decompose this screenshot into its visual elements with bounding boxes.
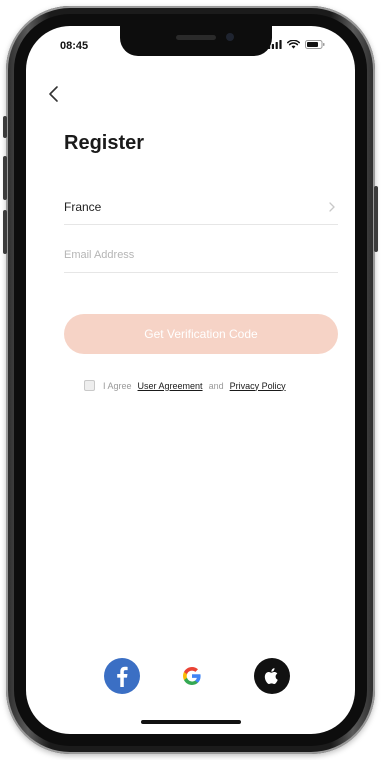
notch (120, 26, 272, 56)
speaker-grille (176, 35, 216, 40)
agreement-conjunction: and (208, 380, 224, 391)
battery-icon (305, 40, 325, 49)
front-camera (226, 33, 234, 41)
get-verification-code-button[interactable]: Get Verification Code (64, 314, 338, 354)
apple-icon (254, 658, 290, 694)
chevron-left-icon (49, 86, 58, 102)
power-button (374, 186, 378, 252)
home-indicator (141, 720, 241, 724)
status-time: 08:45 (60, 40, 89, 52)
app-screen: 08:45 Register France Email Address Get … (26, 26, 355, 734)
facebook-icon (104, 658, 140, 694)
google-login-button[interactable] (174, 658, 210, 694)
page-title: Register (64, 132, 145, 154)
volume-down-button (3, 210, 7, 254)
agreement-prefix: I Agree (103, 380, 132, 391)
privacy-policy-link[interactable]: Privacy Policy (230, 381, 286, 391)
volume-up-button (3, 156, 7, 200)
country-value: France (64, 200, 102, 214)
wifi-icon (287, 40, 300, 49)
mute-switch (3, 116, 7, 138)
phone-frame: 08:45 Register France Email Address Get … (3, 6, 378, 754)
apple-login-button[interactable] (254, 658, 290, 694)
facebook-login-button[interactable] (104, 658, 140, 694)
email-placeholder: Email Address (64, 249, 135, 261)
chevron-right-icon (329, 202, 335, 212)
agreement-checkbox[interactable] (84, 380, 95, 391)
google-icon (183, 667, 201, 685)
signal-icon (268, 40, 282, 49)
agreement-row: I Agree User Agreement and Privacy Polic… (84, 380, 286, 391)
country-selector[interactable]: France (64, 190, 338, 225)
back-button[interactable] (42, 82, 66, 106)
user-agreement-link[interactable]: User Agreement (138, 381, 203, 391)
email-field[interactable]: Email Address (64, 238, 338, 273)
status-icons (268, 40, 325, 49)
